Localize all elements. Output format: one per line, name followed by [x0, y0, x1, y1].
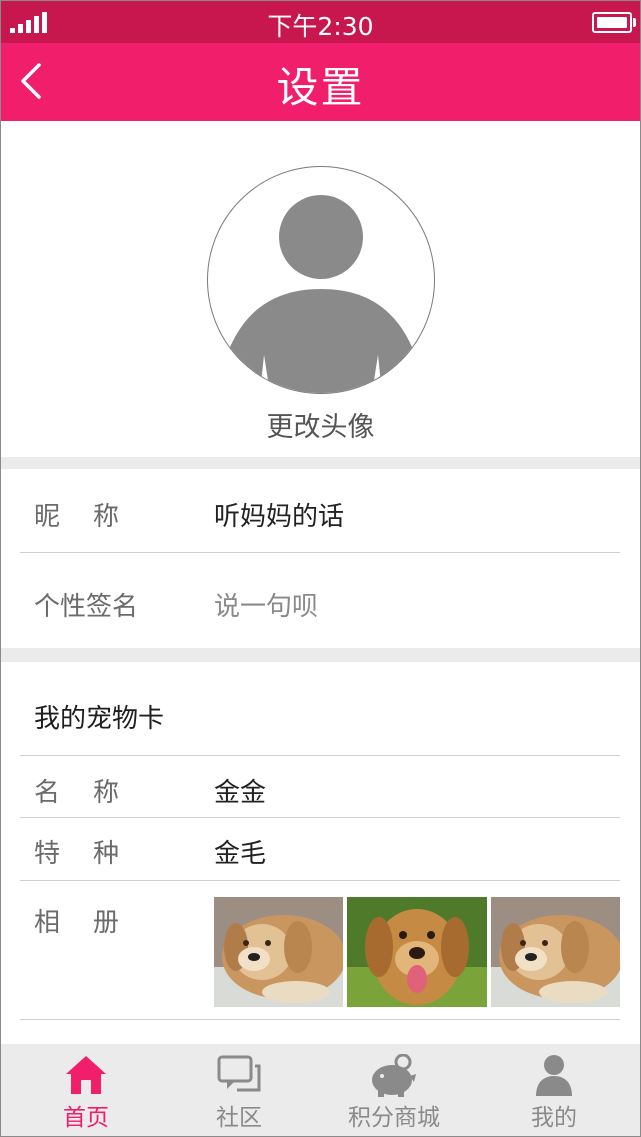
- tab-mine-label: 我的: [531, 1105, 577, 1131]
- tab-points-mall-label: 积分商城: [348, 1105, 440, 1131]
- row-divider: [20, 880, 620, 881]
- row-divider: [20, 817, 620, 818]
- tab-community[interactable]: 社区: [189, 1044, 289, 1136]
- nickname-label: 昵 称: [34, 502, 120, 532]
- pet-breed-value: 金毛: [214, 839, 267, 869]
- battery-icon: [592, 12, 636, 33]
- page-title: 设置: [276, 63, 365, 112]
- tab-home-label: 首页: [63, 1105, 109, 1131]
- user-avatar-placeholder-icon: [230, 195, 412, 393]
- signature-label: 个性签名: [34, 592, 139, 622]
- pet-card-title: 我的宠物卡: [34, 704, 165, 734]
- row-divider: [20, 1019, 620, 1020]
- row-divider: [20, 755, 620, 756]
- album-photo[interactable]: [491, 897, 620, 1007]
- section-divider: [1, 457, 640, 469]
- pet-name-label: 名 称: [34, 778, 120, 808]
- status-bar: 下午2:30: [1, 1, 640, 43]
- status-time: 下午2:30: [267, 12, 374, 41]
- nav-bar: 设置: [1, 43, 640, 121]
- golden-retriever-lying-image: [214, 897, 343, 1007]
- avatar[interactable]: [207, 166, 435, 394]
- section-divider: [1, 648, 640, 662]
- album-photo[interactable]: [347, 897, 487, 1007]
- album-label: 相 册: [34, 908, 120, 938]
- change-avatar-link[interactable]: 更改头像: [1, 405, 640, 444]
- home-icon: [66, 1056, 106, 1094]
- golden-retriever-tongue-out-image: [347, 897, 487, 1007]
- app-screen: 下午2:30 设置 更改头像 昵 称 听妈妈的话 个性签名 说一句呗 我的宠物卡: [0, 0, 641, 1137]
- nickname-value: 听妈妈的话: [214, 502, 345, 532]
- signature-input[interactable]: 说一句呗: [214, 586, 318, 623]
- tab-home[interactable]: 首页: [36, 1044, 136, 1136]
- pet-breed-label: 特 种: [34, 839, 120, 869]
- tab-points-mall[interactable]: 积分商城: [334, 1044, 454, 1136]
- tab-bar: 首页 社区 积分商城 我的: [1, 1044, 640, 1136]
- tab-mine[interactable]: 我的: [504, 1044, 604, 1136]
- album-photo[interactable]: [214, 897, 343, 1007]
- piggy-bank-icon: [372, 1054, 416, 1097]
- person-icon: [536, 1055, 572, 1096]
- pet-name-value: 金金: [214, 778, 267, 808]
- row-divider: [20, 552, 620, 553]
- tab-community-label: 社区: [216, 1105, 262, 1131]
- golden-retriever-lying-image: [491, 897, 620, 1007]
- chat-icon: [217, 1055, 261, 1092]
